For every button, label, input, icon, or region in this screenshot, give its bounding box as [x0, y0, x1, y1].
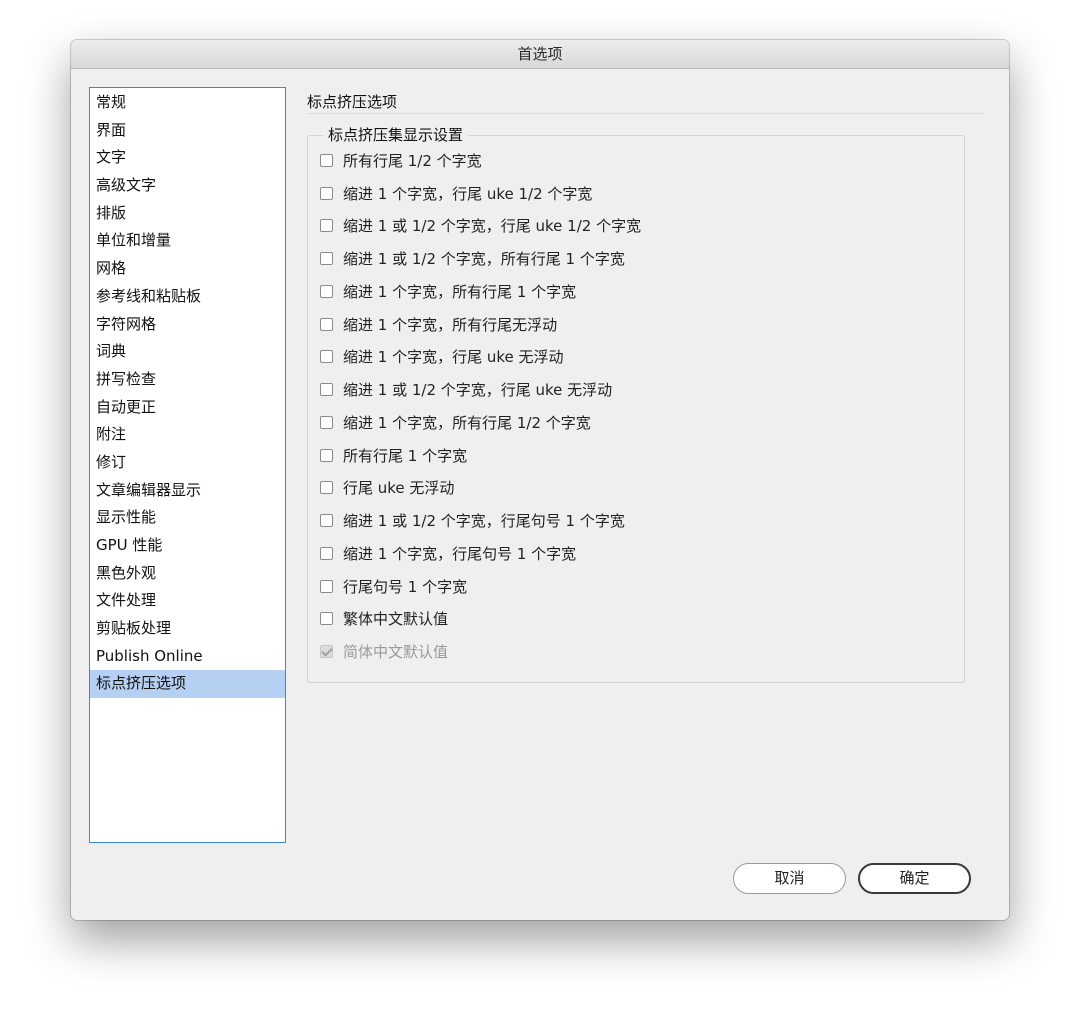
- option-row[interactable]: 缩进 1 个字宽，所有行尾 1/2 个字宽: [320, 406, 641, 439]
- checkbox[interactable]: [320, 415, 333, 429]
- sidebar-item[interactable]: 修订: [90, 449, 285, 477]
- option-label: 缩进 1 个字宽，行尾句号 1 个字宽: [343, 544, 577, 563]
- sidebar-item[interactable]: 单位和增量: [90, 227, 285, 255]
- sidebar-item[interactable]: 显示性能: [90, 504, 285, 532]
- sidebar-item[interactable]: 文章编辑器显示: [90, 477, 285, 505]
- window-title: 首选项: [71, 40, 1009, 69]
- sidebar-item[interactable]: 参考线和粘贴板: [90, 283, 285, 311]
- sidebar-item[interactable]: 标点挤压选项: [90, 670, 285, 699]
- option-row[interactable]: 缩进 1 个字宽，行尾句号 1 个字宽: [320, 537, 641, 570]
- option-label: 缩进 1 个字宽，所有行尾 1 个字宽: [343, 282, 577, 301]
- option-label: 缩进 1 个字宽，行尾 uke 无浮动: [343, 348, 564, 367]
- option-label: 缩进 1 个字宽，所有行尾 1/2 个字宽: [343, 413, 591, 432]
- checkbox[interactable]: [320, 186, 333, 200]
- ok-button[interactable]: 确定: [858, 863, 971, 894]
- option-label: 缩进 1 或 1/2 个字宽，行尾 uke 1/2 个字宽: [343, 217, 642, 236]
- sidebar-item[interactable]: 界面: [90, 117, 285, 145]
- option-label: 所有行尾 1 个字宽: [343, 446, 468, 465]
- option-label: 缩进 1 或 1/2 个字宽，所有行尾 1 个字宽: [343, 250, 625, 269]
- sidebar-item[interactable]: GPU 性能: [90, 532, 285, 560]
- option-label: 缩进 1 个字宽，所有行尾无浮动: [343, 315, 558, 334]
- checkbox[interactable]: [320, 612, 333, 626]
- option-row[interactable]: 缩进 1 或 1/2 个字宽，行尾 uke 1/2 个字宽: [320, 210, 641, 243]
- panel-title: 标点挤压选项: [307, 93, 398, 111]
- sidebar-item[interactable]: 常规: [90, 89, 285, 117]
- checkbox[interactable]: [320, 514, 333, 528]
- sidebar-item[interactable]: Publish Online: [90, 643, 285, 671]
- checkbox-checked: [320, 645, 333, 659]
- checkbox[interactable]: [320, 219, 333, 233]
- option-row[interactable]: 行尾句号 1 个字宽: [320, 570, 641, 603]
- sidebar-item[interactable]: 文字: [90, 144, 285, 172]
- checkbox[interactable]: [320, 153, 333, 167]
- sidebar-item[interactable]: 词典: [90, 338, 285, 366]
- sidebar-item[interactable]: 自动更正: [90, 394, 285, 422]
- checkbox[interactable]: [320, 481, 333, 495]
- option-row[interactable]: 繁体中文默认值: [320, 603, 641, 636]
- option-label: 简体中文默认值: [343, 643, 449, 662]
- option-row[interactable]: 所有行尾 1/2 个字宽: [320, 144, 641, 177]
- option-row[interactable]: 行尾 uke 无浮动: [320, 472, 641, 505]
- option-row[interactable]: 所有行尾 1 个字宽: [320, 439, 641, 472]
- preferences-window: 首选项 常规 界面 文字 高级文字 排版 单位和增量 网格 参考线和粘贴板 字符网格 词典 拼写检查…: [71, 40, 1009, 920]
- checkbox[interactable]: [320, 383, 333, 397]
- checkbox[interactable]: [320, 546, 333, 560]
- checkbox[interactable]: [320, 317, 333, 331]
- checkbox[interactable]: [320, 448, 333, 462]
- option-row[interactable]: 缩进 1 或 1/2 个字宽，行尾句号 1 个字宽: [320, 504, 641, 537]
- checkbox[interactable]: [320, 350, 333, 364]
- sidebar-item[interactable]: 网格: [90, 255, 285, 283]
- cancel-button[interactable]: 取消: [733, 863, 846, 894]
- option-label: 行尾句号 1 个字宽: [343, 577, 468, 596]
- sidebar-item[interactable]: 排版: [90, 200, 285, 228]
- sidebar-item[interactable]: 拼写检查: [90, 366, 285, 394]
- option-row: 简体中文默认值: [320, 635, 641, 668]
- sidebar-item[interactable]: 剪贴板处理: [90, 615, 285, 643]
- checkbox[interactable]: [320, 579, 333, 593]
- option-row[interactable]: 缩进 1 或 1/2 个字宽，行尾 uke 无浮动: [320, 373, 641, 406]
- option-label: 所有行尾 1/2 个字宽: [343, 151, 482, 170]
- option-row[interactable]: 缩进 1 个字宽，行尾 uke 无浮动: [320, 341, 641, 374]
- sidebar-item[interactable]: 高级文字: [90, 172, 285, 200]
- option-row[interactable]: 缩进 1 或 1/2 个字宽，所有行尾 1 个字宽: [320, 242, 641, 275]
- option-row[interactable]: 缩进 1 个字宽，所有行尾 1 个字宽: [320, 275, 641, 308]
- option-label: 行尾 uke 无浮动: [343, 479, 455, 498]
- panel-title-divider: [307, 113, 983, 114]
- option-label: 缩进 1 或 1/2 个字宽，行尾 uke 无浮动: [343, 381, 613, 400]
- option-label: 缩进 1 或 1/2 个字宽，行尾句号 1 个字宽: [343, 512, 625, 531]
- sidebar-item[interactable]: 字符网格: [90, 311, 285, 339]
- group-title: 标点挤压集显示设置: [323, 124, 469, 145]
- sidebar-item[interactable]: 文件处理: [90, 587, 285, 615]
- checkbox[interactable]: [320, 252, 333, 266]
- option-label: 缩进 1 个字宽，行尾 uke 1/2 个字宽: [343, 184, 593, 203]
- sidebar-item[interactable]: 附注: [90, 421, 285, 449]
- mojikumi-options-list: 所有行尾 1/2 个字宽 缩进 1 个字宽，行尾 uke 1/2 个字宽 缩进 1 …: [320, 144, 641, 668]
- option-row[interactable]: 缩进 1 个字宽，行尾 uke 1/2 个字宽: [320, 177, 641, 210]
- option-row[interactable]: 缩进 1 个字宽，所有行尾无浮动: [320, 308, 641, 341]
- option-label: 繁体中文默认值: [343, 610, 449, 629]
- sidebar-item[interactable]: 黑色外观: [90, 560, 285, 588]
- preferences-category-list[interactable]: 常规 界面 文字 高级文字 排版 单位和增量 网格 参考线和粘贴板 字符网格 词典 拼写检查 自动更正…: [89, 87, 286, 843]
- checkbox[interactable]: [320, 284, 333, 298]
